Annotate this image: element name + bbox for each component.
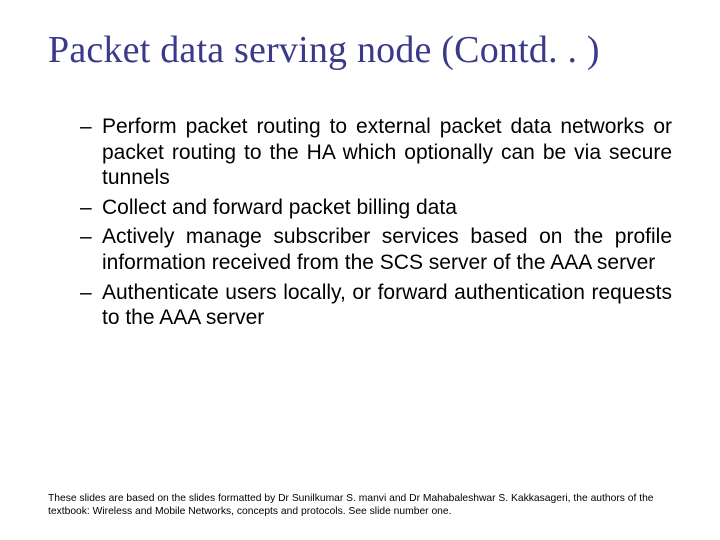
list-item: – Authenticate users locally, or forward…	[80, 280, 672, 331]
list-item: – Perform packet routing to external pac…	[80, 114, 672, 191]
bullet-dash-icon: –	[80, 280, 92, 306]
footer-text: These slides are based on the slides for…	[48, 493, 672, 518]
slide: Packet data serving node (Contd. . ) – P…	[0, 0, 720, 540]
bullet-text: Authenticate users locally, or forward a…	[102, 281, 672, 330]
bullet-list: – Perform packet routing to external pac…	[48, 114, 672, 331]
bullet-dash-icon: –	[80, 224, 92, 250]
list-item: – Actively manage subscriber services ba…	[80, 224, 672, 275]
bullet-dash-icon: –	[80, 195, 92, 221]
bullet-text: Actively manage subscriber services base…	[102, 225, 672, 274]
slide-title: Packet data serving node (Contd. . )	[48, 28, 672, 72]
bullet-text: Collect and forward packet billing data	[102, 196, 457, 219]
bullet-dash-icon: –	[80, 114, 92, 140]
bullet-text: Perform packet routing to external packe…	[102, 115, 672, 189]
list-item: – Collect and forward packet billing dat…	[80, 195, 672, 221]
